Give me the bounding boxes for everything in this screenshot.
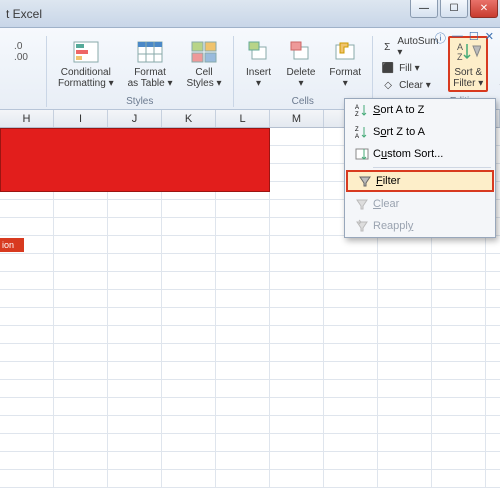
number-icon: .0.00 [7, 39, 35, 65]
filter-icon [354, 174, 376, 188]
cond-fmt-label: Conditional Formatting ▾ [58, 67, 114, 89]
sort-az-icon: AZ [351, 103, 373, 117]
clear-filter-icon [351, 197, 373, 211]
conditional-formatting-button[interactable]: Conditional Formatting ▾ [55, 36, 117, 92]
number-format-button[interactable]: .0.00 [4, 36, 38, 68]
format-button[interactable]: Format ▾ [326, 36, 364, 92]
sigma-icon: Σ [381, 40, 393, 54]
cell-styles-icon [190, 39, 218, 65]
cells-group-label: Cells [292, 96, 314, 107]
window-controls: — ☐ ✕ [408, 0, 498, 18]
maximize-button[interactable]: ☐ [440, 0, 468, 18]
menu-sort-az[interactable]: AZ SSort A to Zort A to Z [345, 99, 495, 121]
sort-za-icon: ZA [351, 125, 373, 139]
red-fill-block [0, 128, 270, 192]
insert-icon [245, 39, 273, 65]
ribbon-group-editing: ΣAutoSum ▾ ⬛Fill ▾ ◇Clear ▾ AZ Sort & Fi… [373, 36, 500, 107]
menu-separator [373, 167, 491, 168]
fill-icon: ⬛ [381, 61, 395, 75]
minimize-button[interactable]: — [410, 0, 438, 18]
ribbon-group-styles: Conditional Formatting ▾ Format as Table… [47, 36, 234, 107]
help-row: ⓘ — ☐ ✕ [435, 30, 494, 46]
format-icon [331, 39, 359, 65]
col-l[interactable]: L [216, 110, 270, 127]
ribbon-group-cells: Insert ▾ Delete ▾ Format ▾ Cells [234, 36, 374, 107]
find-select-button[interactable]: Find & Select ▾ [496, 36, 500, 92]
svg-text:Z: Z [355, 127, 359, 133]
fmt-table-icon [136, 39, 164, 65]
menu-custom-sort[interactable]: Custom Sort... [345, 143, 495, 165]
red-small-tag: ion [0, 238, 24, 252]
svg-text:Z: Z [355, 112, 359, 117]
editing-small-buttons: ΣAutoSum ▾ ⬛Fill ▾ ◇Clear ▾ [381, 36, 440, 92]
col-k[interactable]: K [162, 110, 216, 127]
delete-icon [287, 39, 315, 65]
format-label: Format ▾ [329, 67, 361, 89]
svg-text:Z: Z [457, 52, 463, 62]
ribbon-min-icon[interactable]: — [452, 30, 463, 46]
app-title: t Excel [0, 7, 42, 21]
cell-styles-label: Cell Styles ▾ [186, 67, 221, 89]
menu-reapply: Reapply [345, 215, 495, 237]
clear-button[interactable]: ◇Clear ▾ [381, 78, 440, 92]
autosum-button[interactable]: ΣAutoSum ▾ [381, 36, 440, 58]
ribbon-group-leftedge: .0.00 [4, 36, 47, 107]
sort-filter-label: Sort & Filter ▾ [453, 67, 483, 89]
insert-label: Insert ▾ [246, 67, 271, 89]
svg-text:A: A [355, 105, 359, 111]
close-button[interactable]: ✕ [470, 0, 498, 18]
cond-fmt-icon [72, 39, 100, 65]
insert-button[interactable]: Insert ▾ [242, 36, 276, 92]
menu-clear: Clear [345, 193, 495, 215]
col-h[interactable]: H [0, 110, 54, 127]
cell-styles-button[interactable]: Cell Styles ▾ [183, 36, 224, 92]
close-doc-icon[interactable]: ✕ [485, 30, 494, 46]
delete-label: Delete ▾ [287, 67, 316, 89]
svg-text:A: A [355, 134, 359, 139]
menu-filter[interactable]: Filter [346, 170, 494, 192]
col-j[interactable]: J [108, 110, 162, 127]
fill-button[interactable]: ⬛Fill ▾ [381, 61, 440, 75]
styles-group-label: Styles [126, 96, 153, 107]
delete-button[interactable]: Delete ▾ [284, 36, 319, 92]
menu-sort-za[interactable]: ZA Sort Z to A [345, 121, 495, 143]
custom-sort-icon [351, 147, 373, 161]
eraser-icon: ◇ [381, 78, 395, 92]
help-icon[interactable]: ⓘ [435, 30, 446, 46]
col-i[interactable]: I [54, 110, 108, 127]
titlebar: t Excel — ☐ ✕ [0, 0, 500, 28]
sort-filter-menu: AZ SSort A to Zort A to Z ZA Sort Z to A… [344, 98, 496, 238]
reapply-icon [351, 219, 373, 233]
window-restore-icon[interactable]: ☐ [469, 30, 479, 46]
col-m[interactable]: M [270, 110, 324, 127]
format-as-table-button[interactable]: Format as Table ▾ [125, 36, 176, 92]
fmt-table-label: Format as Table ▾ [128, 67, 173, 89]
